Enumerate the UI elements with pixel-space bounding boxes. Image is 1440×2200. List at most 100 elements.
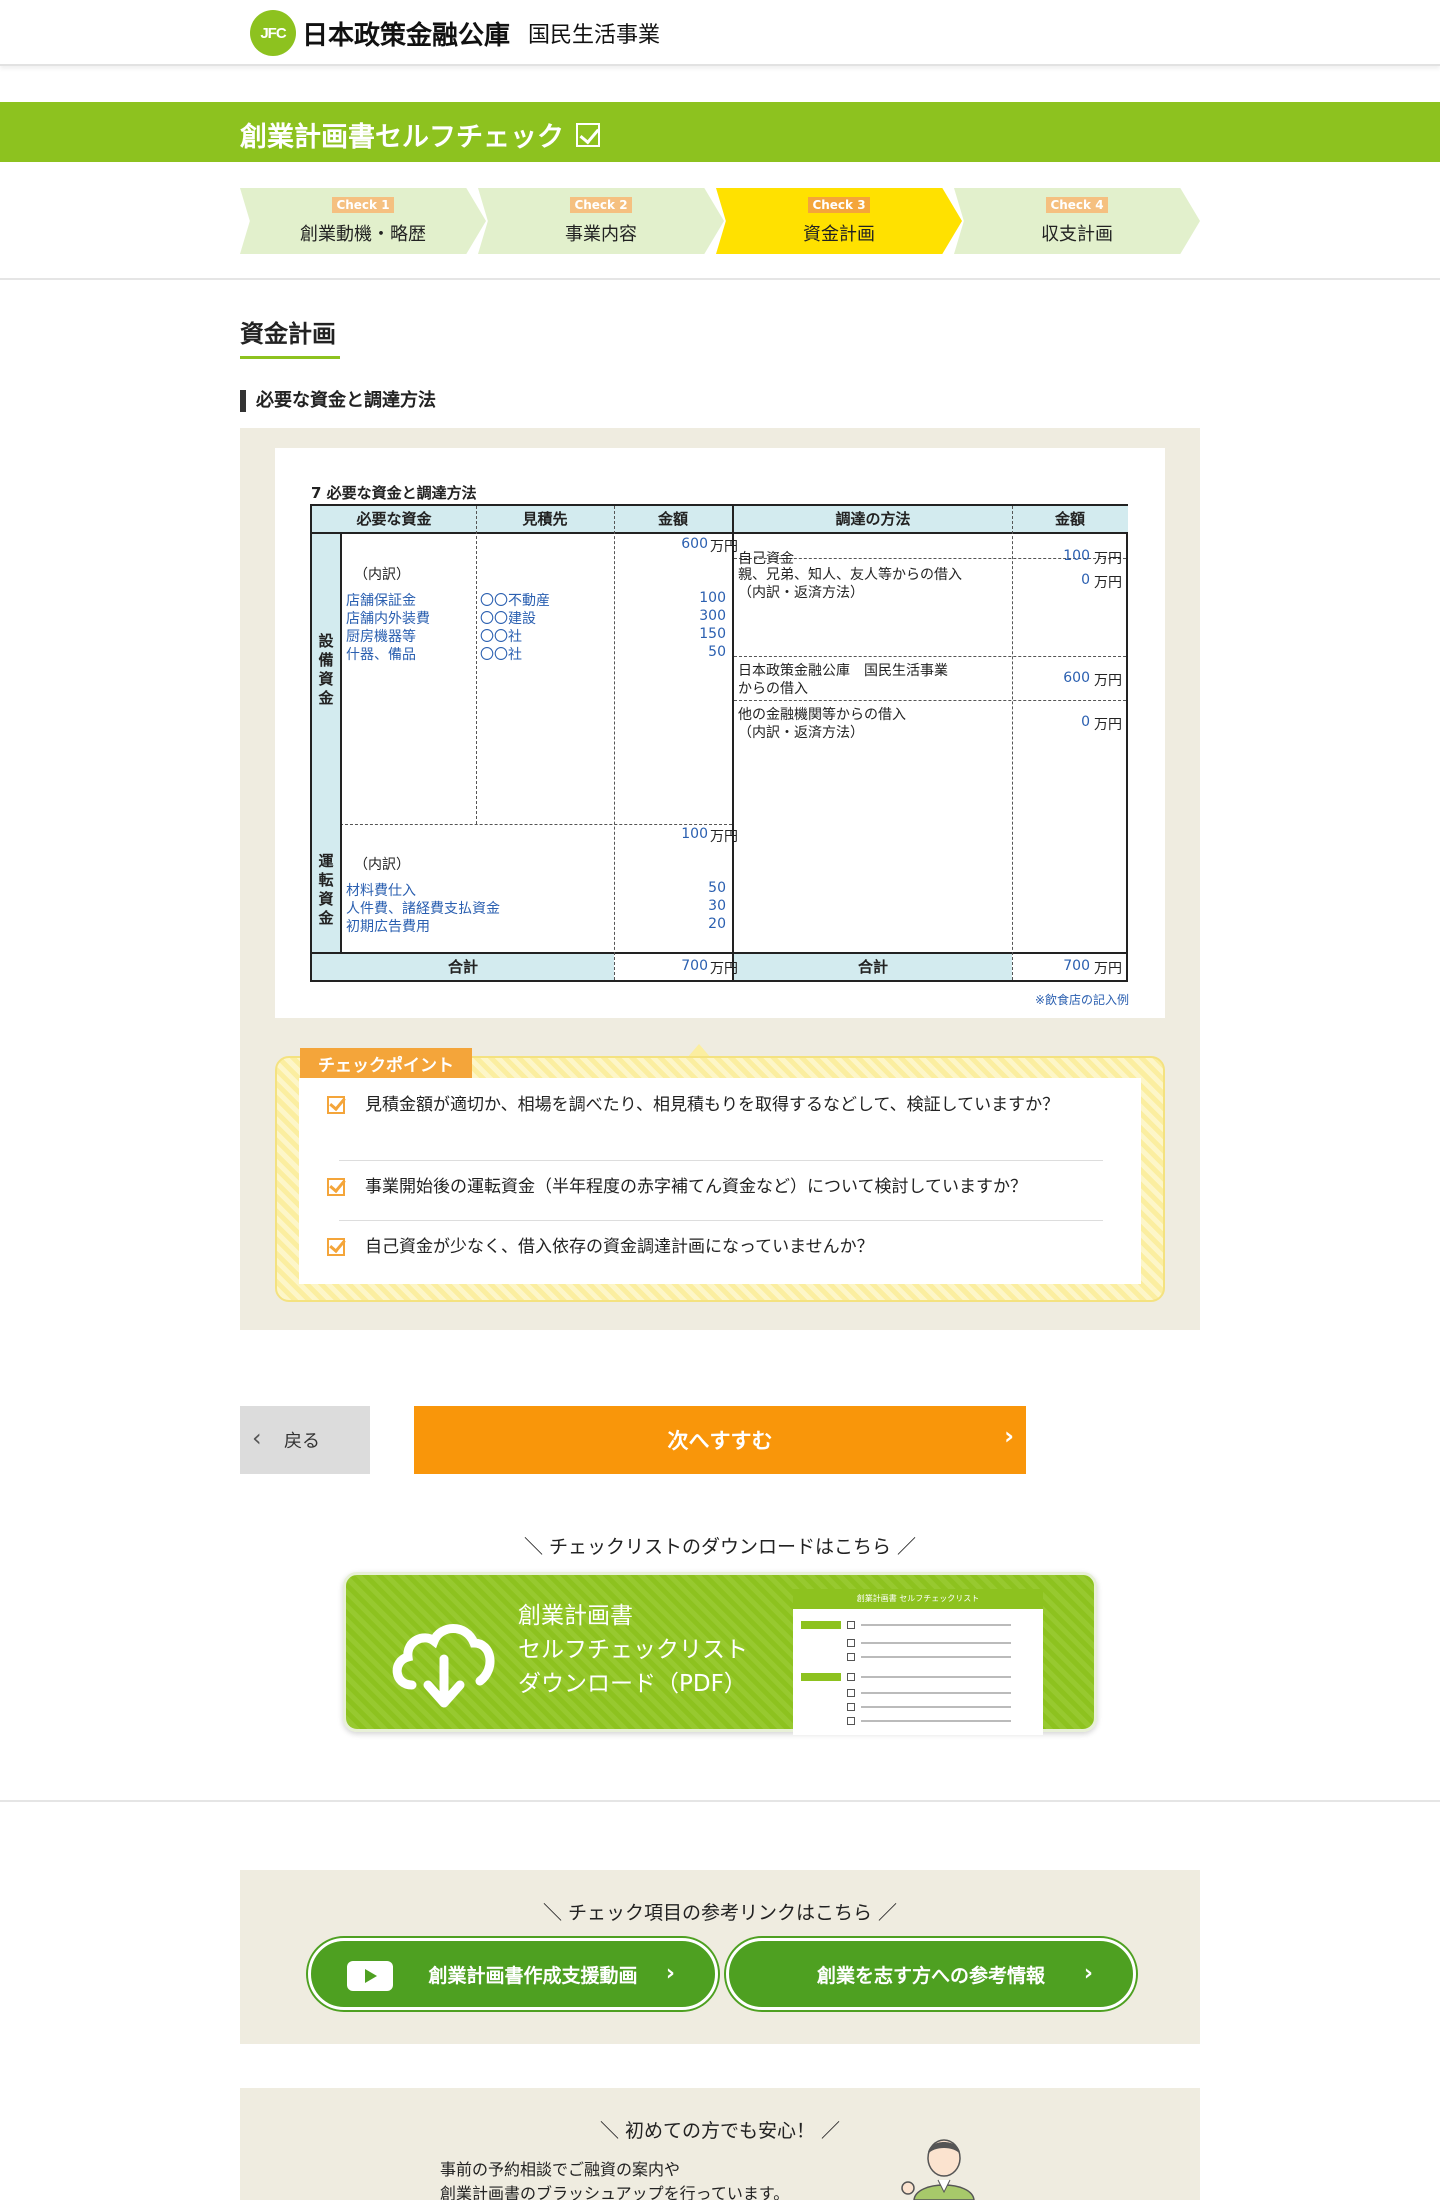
back-button[interactable]: 戻る [240, 1406, 370, 1474]
download-line: 創業計画書 [518, 1603, 633, 1629]
source-amount: 0 [1081, 572, 1090, 588]
source-amount: 0 [1081, 714, 1090, 730]
source-amount: 600 [1063, 670, 1090, 686]
org-name: 日本政策金融公庫 [302, 20, 511, 51]
step-2: Check 2 事業内容 [478, 188, 724, 254]
equipment-item-amount: 50 [708, 644, 726, 660]
equipment-item-amount: 150 [699, 626, 726, 642]
step-tag: Check 4 [1046, 197, 1108, 213]
funds-table: 必要な資金 見積先 金額 調達の方法 金額 設備資金 運転資金 合計 合計 60… [310, 504, 1128, 982]
checkbox-icon [327, 1096, 345, 1114]
unit-label: 万円 [710, 961, 738, 977]
checkpoint-list: 見積金額が適切か、相場を調べたり、相見積もりを取得するなどして、検証していますか… [299, 1078, 1141, 1284]
operating-item-amount: 50 [708, 880, 726, 896]
support-video-button[interactable]: 創業計画書作成支援動画 › [308, 1938, 718, 2010]
header-method: 調達の方法 [734, 506, 1012, 532]
step-3-current: Check 3 資金計画 [716, 188, 962, 254]
equipment-item-name: 店舗保証金 [346, 593, 416, 609]
unit-label: 万円 [1094, 717, 1122, 733]
breakdown-label: （内訳） [354, 567, 410, 583]
download-checklist-button[interactable]: 創業計画書 セルフチェックリスト ダウンロード（PDF） 創業計画書 セルフチェ… [343, 1572, 1097, 1735]
download-text: 創業計画書 セルフチェックリスト ダウンロード（PDF） [518, 1599, 748, 1701]
header-amount-2: 金額 [1012, 506, 1128, 532]
download-heading: ＼ チェックリストのダウンロードはこちら ／ [523, 1536, 917, 1558]
operating-item-amount: 20 [708, 916, 726, 932]
checkpoint-item: 自己資金が少なく、借入依存の資金調達計画になっていませんか？ [327, 1234, 1113, 1260]
checkpoint-text: 見積金額が適切か、相場を調べたり、相見積もりを取得するなどして、検証していますか… [365, 1095, 1060, 1115]
step-4: Check 4 収支計画 [954, 188, 1200, 254]
next-button[interactable]: 次へすすむ [414, 1406, 1026, 1474]
step-label: 創業動機・略歴 [300, 224, 426, 245]
cloud-download-icon [392, 1624, 495, 1708]
equipment-total: 600 [681, 536, 708, 552]
step-tag: Check 1 [332, 197, 394, 213]
jfc-logo[interactable]: JFC 日本政策金融公庫 国民生活事業 [250, 10, 660, 56]
source-line: 日本政策金融公庫 国民生活事業 [738, 663, 948, 679]
first-time-heading: ＼ 初めての方でも安心！ ／ [599, 2120, 841, 2142]
title-bar: 創業計画書セルフチェック [0, 102, 1440, 162]
operating-item-amount: 30 [708, 898, 726, 914]
header-vendor: 見積先 [476, 506, 614, 532]
unit-label: 万円 [1094, 575, 1122, 591]
checkbox-icon [576, 122, 600, 147]
equipment-item-amount: 100 [699, 590, 726, 606]
play-icon [347, 1961, 393, 1991]
equipment-item-name: 店舗内外装費 [346, 611, 430, 627]
source-line-2: （内訳・返済方法） [738, 725, 864, 741]
checkbox-icon [327, 1178, 345, 1196]
equipment-item-vendor: 〇〇不動産 [480, 593, 550, 609]
equipment-item-name: 什器、備品 [346, 647, 416, 663]
first-time-line: 創業計画書のブラッシュアップを行っています。 [440, 2184, 790, 2200]
step-1: Check 1 創業動機・略歴 [240, 188, 486, 254]
download-line: ダウンロード（PDF） [518, 1671, 747, 1697]
reference-heading: ＼ チェック項目の参考リンクはこちら ／ [542, 1902, 898, 1924]
operating-item-name: 初期広告費用 [346, 919, 430, 935]
checklist-thumbnail: 創業計画書 セルフチェックリスト [793, 1589, 1043, 1735]
logo-mark: JFC [250, 10, 296, 56]
example-panel: 7 必要な資金と調達方法 必要な資金 見積先 金額 調達の方法 金額 設備資金 … [240, 428, 1200, 1330]
step-label: 事業内容 [565, 224, 637, 245]
checkbox-icon [327, 1238, 345, 1256]
source-line: 親、兄弟、知人、友人等からの借入 [738, 567, 962, 583]
site-header: JFC 日本政策金融公庫 国民生活事業 [0, 0, 1440, 66]
section-title: 資金計画 [240, 320, 336, 348]
total-source-amount: 700 [1063, 958, 1090, 974]
step-tag: Check 2 [570, 197, 632, 213]
reference-links: ＼ チェック項目の参考リンクはこちら ／ 創業計画書作成支援動画 › 創業を志す… [240, 1870, 1200, 2044]
thumbnail-title: 創業計画書 セルフチェックリスト [793, 1589, 1043, 1609]
source-line-2: からの借入 [738, 681, 808, 697]
reference-info-label: 創業を志す方への参考情報 [816, 1964, 1045, 1987]
source-line: 他の金融機関等からの借入 [738, 707, 906, 723]
advisor-illustration [901, 2139, 975, 2200]
support-video-label: 創業計画書作成支援動画 [428, 1964, 638, 1987]
equipment-item-vendor: 〇〇建設 [480, 611, 536, 627]
step-label: 収支計画 [1041, 224, 1113, 245]
total-label-source: 合計 [734, 954, 1012, 980]
first-time-section: ＼ 初めての方でも安心！ ／ 事前の予約相談でご融資の案内や 創業計画書のブラッ… [240, 2088, 1200, 2200]
operating-item-name: 材料費仕入 [346, 883, 416, 899]
label-equipment: 設備資金 [312, 532, 340, 824]
first-time-line: 事前の予約相談でご融資の案内や [440, 2160, 681, 2179]
checkpoint-box: チェックポイント 見積金額が適切か、相場を調べたり、相見積もりを取得するなどして… [275, 1048, 1165, 1302]
chevron-right-icon: › [665, 1961, 675, 1986]
header-need: 必要な資金 [312, 506, 476, 532]
page-title: 創業計画書セルフチェック [240, 115, 600, 154]
funds-sheet: 7 必要な資金と調達方法 必要な資金 見積先 金額 調達の方法 金額 設備資金 … [275, 448, 1165, 1018]
divider [0, 278, 1440, 280]
source-amount: 100 [1063, 548, 1090, 564]
division-name: 国民生活事業 [528, 23, 661, 48]
unit-label: 万円 [1094, 551, 1122, 567]
step-progress: Check 1 創業動機・略歴 Check 2 事業内容 Check 3 資金計… [240, 188, 1200, 254]
header-amount: 金額 [614, 506, 732, 532]
unit-label: 万円 [1094, 961, 1122, 977]
example-note: ※飲食店の記入例 [1034, 993, 1129, 1007]
checkpoint-item: 見積金額が適切か、相場を調べたり、相見積もりを取得するなどして、検証していますか… [327, 1092, 1113, 1118]
chevron-right-icon: › [1083, 1961, 1093, 1986]
reference-info-button[interactable]: 創業を志す方への参考情報 › [726, 1938, 1136, 2010]
sheet-caption: 7 必要な資金と調達方法 [311, 484, 477, 502]
section-underline [240, 356, 340, 359]
step-label: 資金計画 [803, 224, 875, 245]
source-line-2: （内訳・返済方法） [738, 585, 864, 601]
first-time-text: 事前の予約相談でご融資の案内や 創業計画書のブラッシュアップを行っています。 [440, 2158, 789, 2200]
divider [0, 1800, 1440, 1802]
